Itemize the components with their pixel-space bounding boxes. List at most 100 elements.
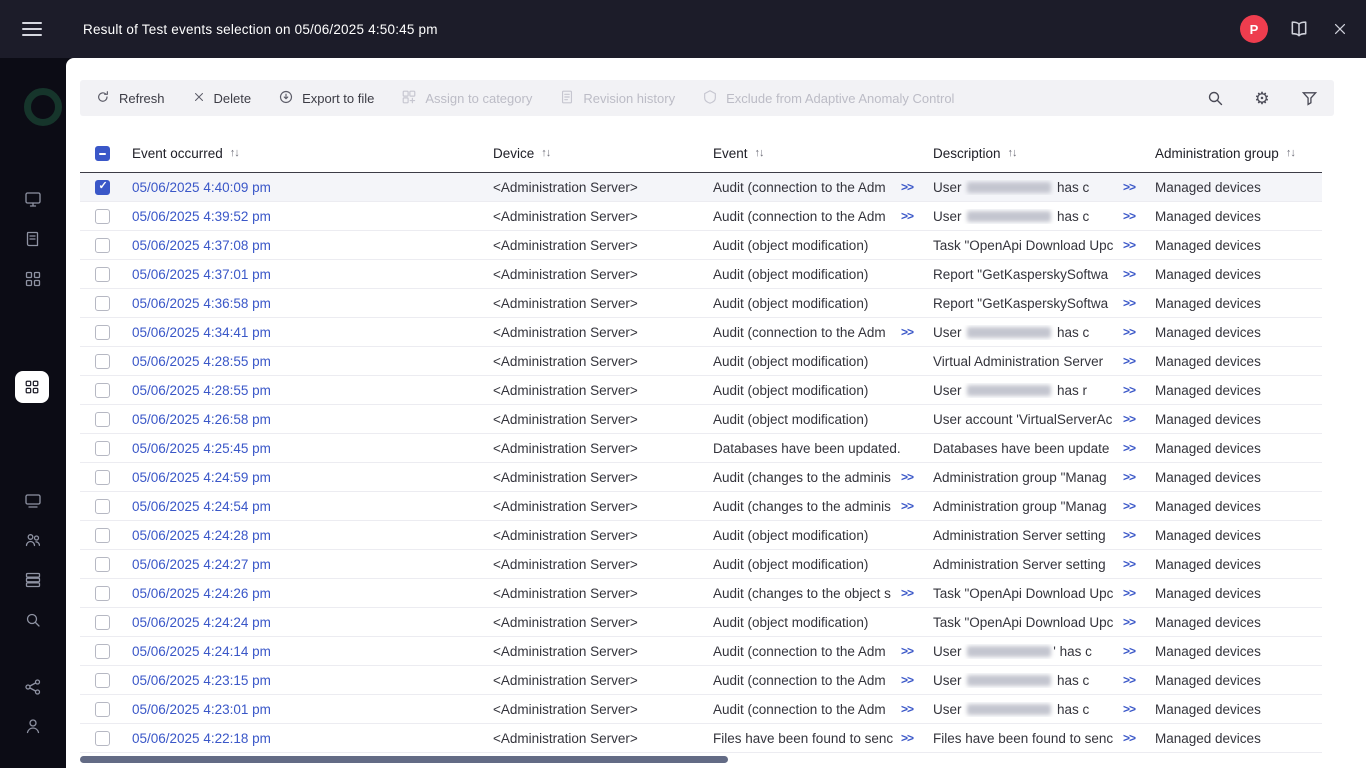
event-time-link[interactable]: 05/06/2025 4:37:01 pm — [132, 267, 271, 282]
sidebar-item-selected[interactable] — [15, 371, 49, 403]
event-time-link[interactable]: 05/06/2025 4:24:26 pm — [132, 586, 271, 601]
sidebar-item-storage[interactable] — [22, 569, 44, 591]
sidebar-item-users[interactable] — [22, 529, 44, 551]
expand-link[interactable]: >> — [1123, 296, 1135, 310]
event-time-link[interactable]: 05/06/2025 4:24:54 pm — [132, 499, 271, 514]
expand-link[interactable]: >> — [1123, 180, 1135, 194]
table-row[interactable]: 05/06/2025 4:28:55 pm<Administration Ser… — [80, 376, 1322, 405]
event-time-link[interactable]: 05/06/2025 4:25:45 pm — [132, 441, 271, 456]
column-header-administration-group[interactable]: Administration group ↑↓ — [1155, 146, 1322, 161]
event-time-link[interactable]: 05/06/2025 4:39:52 pm — [132, 209, 271, 224]
event-time-link[interactable]: 05/06/2025 4:28:55 pm — [132, 354, 271, 369]
table-row[interactable]: 05/06/2025 4:37:08 pm<Administration Ser… — [80, 231, 1322, 260]
row-checkbox[interactable] — [95, 383, 110, 398]
event-time-link[interactable]: 05/06/2025 4:24:24 pm — [132, 615, 271, 630]
row-checkbox[interactable] — [95, 673, 110, 688]
event-time-link[interactable]: 05/06/2025 4:34:41 pm — [132, 325, 271, 340]
expand-link[interactable]: >> — [1123, 325, 1135, 339]
export-button[interactable]: Export to file — [278, 89, 374, 108]
expand-link[interactable]: >> — [1123, 586, 1135, 600]
table-row[interactable]: 05/06/2025 4:24:27 pm<Administration Ser… — [80, 550, 1322, 579]
assign-category-button[interactable]: Assign to category — [401, 89, 532, 108]
event-time-link[interactable]: 05/06/2025 4:40:09 pm — [132, 180, 271, 195]
expand-link[interactable]: >> — [1123, 383, 1135, 397]
table-row[interactable]: 05/06/2025 4:37:01 pm<Administration Ser… — [80, 260, 1322, 289]
expand-link[interactable]: >> — [1123, 615, 1135, 629]
event-time-link[interactable]: 05/06/2025 4:22:18 pm — [132, 731, 271, 746]
row-checkbox[interactable] — [95, 499, 110, 514]
event-time-link[interactable]: 05/06/2025 4:37:08 pm — [132, 238, 271, 253]
expand-link[interactable]: >> — [1123, 702, 1135, 716]
sort-icon[interactable]: ↑↓ — [1286, 147, 1295, 159]
row-checkbox[interactable] — [95, 441, 110, 456]
expand-link[interactable]: >> — [1123, 528, 1135, 542]
sort-icon[interactable]: ↑↓ — [755, 147, 764, 159]
table-row[interactable]: 05/06/2025 4:39:52 pm<Administration Ser… — [80, 202, 1322, 231]
expand-link[interactable]: >> — [1123, 412, 1135, 426]
table-row[interactable]: 05/06/2025 4:34:41 pm<Administration Ser… — [80, 318, 1322, 347]
row-checkbox[interactable] — [95, 180, 110, 195]
sidebar-item-reports[interactable] — [22, 228, 44, 250]
row-checkbox[interactable] — [95, 209, 110, 224]
revision-history-button[interactable]: Revision history — [559, 89, 675, 108]
expand-link[interactable]: >> — [1123, 499, 1135, 513]
sidebar-item-monitoring[interactable] — [22, 188, 44, 210]
refresh-button[interactable]: Refresh — [95, 89, 165, 108]
delete-button[interactable]: Delete — [192, 90, 252, 107]
expand-link[interactable]: >> — [901, 702, 913, 716]
event-time-link[interactable]: 05/06/2025 4:36:58 pm — [132, 296, 271, 311]
table-row[interactable]: 05/06/2025 4:24:26 pm<Administration Ser… — [80, 579, 1322, 608]
expand-link[interactable]: >> — [901, 470, 913, 484]
event-time-link[interactable]: 05/06/2025 4:24:59 pm — [132, 470, 271, 485]
expand-link[interactable]: >> — [1123, 354, 1135, 368]
sidebar-item-apps[interactable] — [22, 268, 44, 290]
expand-link[interactable]: >> — [901, 731, 913, 745]
table-row[interactable]: 05/06/2025 4:40:09 pm<Administration Ser… — [80, 173, 1322, 202]
expand-link[interactable]: >> — [901, 499, 913, 513]
row-checkbox[interactable] — [95, 731, 110, 746]
row-checkbox[interactable] — [95, 354, 110, 369]
menu-icon[interactable] — [22, 22, 42, 36]
table-row[interactable]: 05/06/2025 4:24:14 pm<Administration Ser… — [80, 637, 1322, 666]
sidebar-item-account[interactable] — [22, 715, 44, 737]
expand-link[interactable]: >> — [901, 673, 913, 687]
table-row[interactable]: 05/06/2025 4:23:15 pm<Administration Ser… — [80, 666, 1322, 695]
event-time-link[interactable]: 05/06/2025 4:23:01 pm — [132, 702, 271, 717]
help-book-icon[interactable] — [1289, 19, 1309, 39]
exclude-aac-button[interactable]: Exclude from Adaptive Anomaly Control — [702, 89, 954, 108]
row-checkbox[interactable] — [95, 238, 110, 253]
close-icon[interactable] — [1330, 19, 1350, 39]
filter-icon[interactable] — [1299, 88, 1319, 108]
search-icon[interactable] — [1205, 88, 1225, 108]
column-header-description[interactable]: Description ↑↓ — [933, 146, 1155, 161]
expand-link[interactable]: >> — [1123, 673, 1135, 687]
row-checkbox[interactable] — [95, 325, 110, 340]
brand-logo-icon[interactable]: P — [1240, 15, 1268, 43]
sort-icon[interactable]: ↑↓ — [230, 147, 239, 159]
row-checkbox[interactable] — [95, 644, 110, 659]
event-time-link[interactable]: 05/06/2025 4:28:55 pm — [132, 383, 271, 398]
sidebar-item-hierarchy[interactable] — [22, 676, 44, 698]
sidebar-item-search[interactable] — [22, 609, 44, 631]
select-all-checkbox[interactable] — [95, 146, 110, 161]
table-row[interactable]: 05/06/2025 4:36:58 pm<Administration Ser… — [80, 289, 1322, 318]
row-checkbox[interactable] — [95, 557, 110, 572]
expand-link[interactable]: >> — [1123, 644, 1135, 658]
row-checkbox[interactable] — [95, 615, 110, 630]
event-time-link[interactable]: 05/06/2025 4:24:14 pm — [132, 644, 271, 659]
sort-icon[interactable]: ↑↓ — [541, 147, 550, 159]
table-row[interactable]: 05/06/2025 4:28:55 pm<Administration Ser… — [80, 347, 1322, 376]
expand-link[interactable]: >> — [1123, 731, 1135, 745]
expand-link[interactable]: >> — [1123, 238, 1135, 252]
table-row[interactable]: 05/06/2025 4:25:45 pm<Administration Ser… — [80, 434, 1322, 463]
expand-link[interactable]: >> — [901, 180, 913, 194]
expand-link[interactable]: >> — [901, 586, 913, 600]
expand-link[interactable]: >> — [901, 644, 913, 658]
row-checkbox[interactable] — [95, 586, 110, 601]
event-time-link[interactable]: 05/06/2025 4:23:15 pm — [132, 673, 271, 688]
table-row[interactable]: 05/06/2025 4:24:28 pm<Administration Ser… — [80, 521, 1322, 550]
expand-link[interactable]: >> — [1123, 470, 1135, 484]
table-row[interactable]: 05/06/2025 4:24:59 pm<Administration Ser… — [80, 463, 1322, 492]
horizontal-scrollbar-thumb[interactable] — [80, 756, 728, 763]
expand-link[interactable]: >> — [1123, 557, 1135, 571]
